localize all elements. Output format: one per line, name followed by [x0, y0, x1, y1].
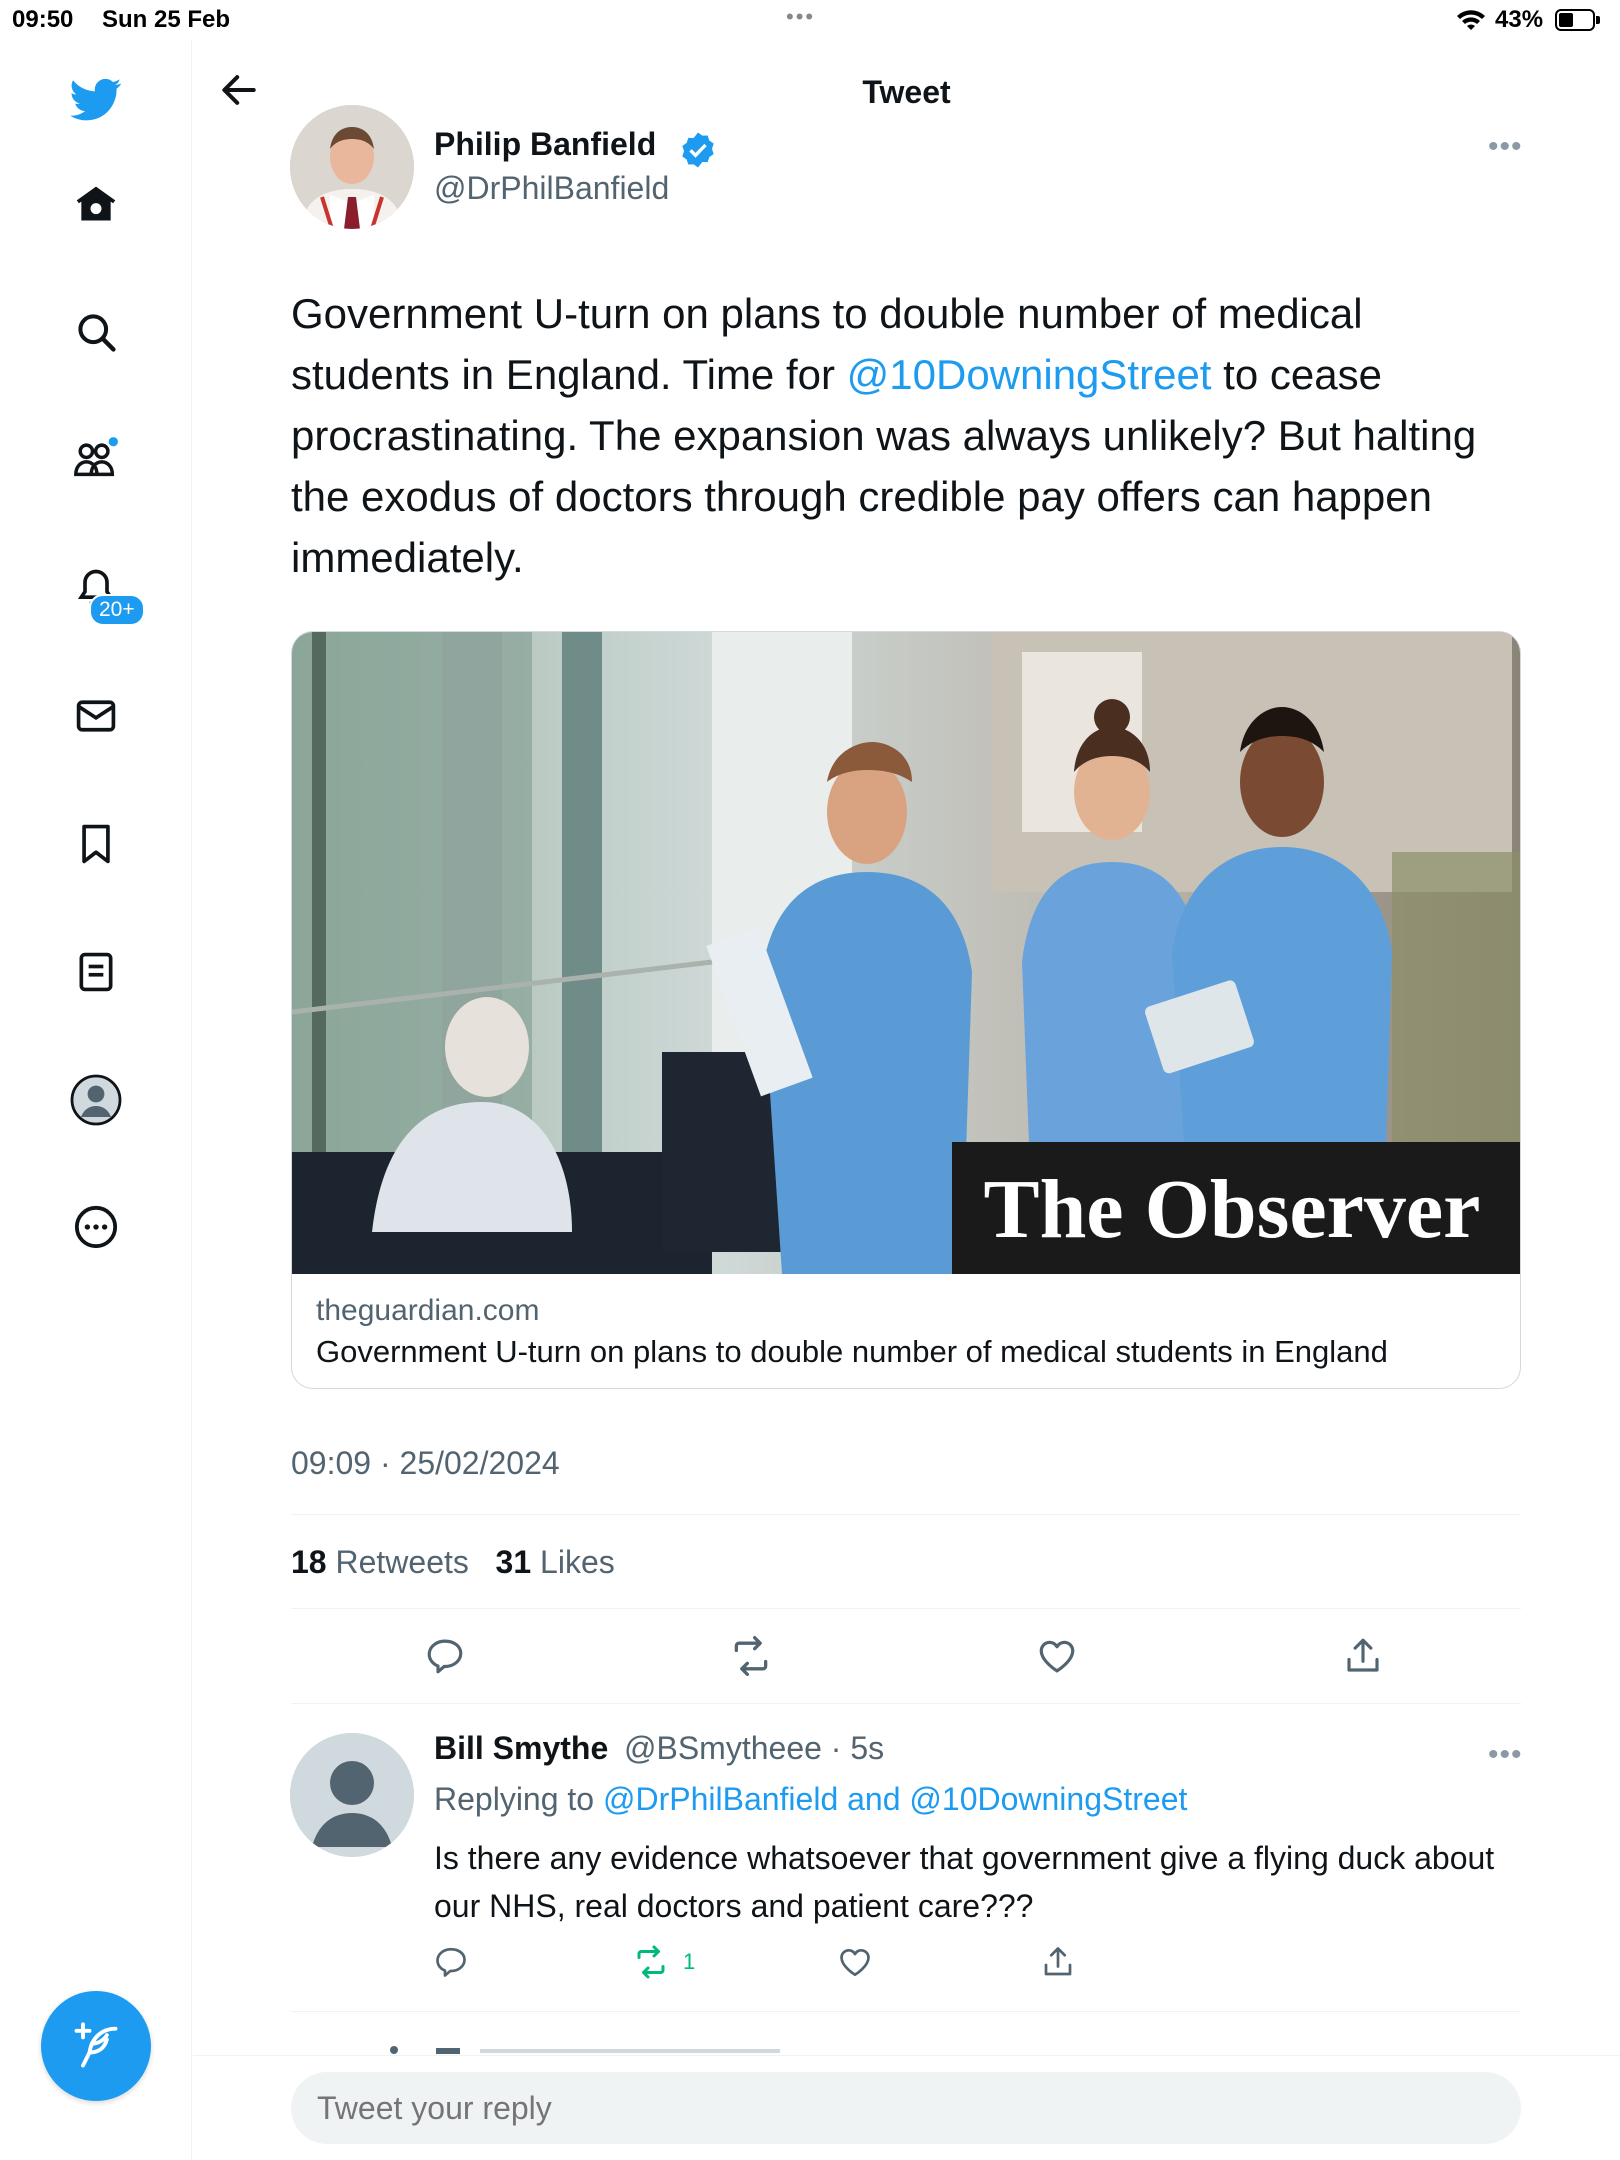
replying-to-prefix: Replying to: [434, 1781, 603, 1817]
like-heart-icon[interactable]: [1032, 1631, 1082, 1681]
reply-share-icon[interactable]: [1040, 1942, 1076, 1982]
home-icon[interactable]: [66, 174, 126, 234]
reply-handle-time[interactable]: @BSmytheee · 5s: [624, 1730, 884, 1767]
tweet-header-bar: Tweet: [193, 40, 1620, 140]
author-name[interactable]: Philip Banfield: [434, 126, 656, 163]
reply-like-heart-icon[interactable]: [837, 1942, 873, 1982]
status-bar: 09:50 Sun 25 Feb ••• 43%: [0, 0, 1620, 40]
cut-off-row-fragment: [380, 2040, 940, 2054]
status-time: 09:50: [12, 6, 74, 33]
retweets-stat[interactable]: 18 Retweets: [291, 1544, 469, 1580]
article-image: The Observer: [292, 632, 1520, 1274]
multitasking-dots-icon[interactable]: •••: [786, 4, 815, 30]
left-navigation: 20+: [0, 40, 192, 2160]
divider: [291, 1608, 1521, 1609]
reply-icon[interactable]: [420, 1631, 470, 1681]
link-preview-card[interactable]: The Observer theguardian.com Government …: [291, 631, 1521, 1389]
battery-icon: [1555, 9, 1600, 31]
verified-badge-icon: [678, 130, 718, 175]
search-icon[interactable]: [66, 302, 126, 362]
reply-body-text: Is there any evidence whatsoever that go…: [434, 1840, 1495, 1924]
reply-retweet-button[interactable]: 1: [633, 1942, 695, 1982]
reply-composer-bar: [193, 2055, 1620, 2160]
card-domain: theguardian.com: [316, 1294, 540, 1327]
replying-to-line: Replying to @DrPhilBanfield and @10Downi…: [434, 1781, 1187, 1818]
mention-link[interactable]: @10DowningStreet: [847, 351, 1212, 398]
divider: [291, 1703, 1521, 1704]
status-date: Sun 25 Feb: [102, 6, 231, 33]
messages-envelope-icon[interactable]: [66, 686, 126, 746]
page-title: Tweet: [862, 74, 951, 110]
tweet-body-text: Government U-turn on plans to double num…: [291, 283, 1531, 588]
battery-percent: 43%: [1495, 6, 1544, 33]
feather-plus-icon: [74, 2022, 118, 2068]
author-handle[interactable]: @DrPhilBanfield: [434, 170, 669, 207]
retweets-count: 18: [291, 1544, 327, 1580]
communities-icon[interactable]: [66, 429, 126, 489]
tweet-timestamp[interactable]: 09:09 · 25/02/2024: [291, 1445, 560, 1482]
tweet-more-options-icon[interactable]: •••: [1488, 130, 1523, 164]
engagement-stats: 18 Retweets 31 Likes: [291, 1544, 615, 1581]
likes-label: Likes: [540, 1544, 615, 1580]
retweet-icon[interactable]: [726, 1631, 776, 1681]
reply-author-avatar[interactable]: [290, 1733, 414, 1857]
tweet-reply-input[interactable]: [291, 2072, 1521, 2144]
divider: [291, 1514, 1521, 1515]
replying-to-mentions[interactable]: @DrPhilBanfield and @10DowningStreet: [603, 1781, 1187, 1817]
divider: [291, 2011, 1521, 2012]
observer-masthead: The Observer: [984, 1163, 1481, 1256]
reply-more-options-icon[interactable]: •••: [1488, 1738, 1523, 1772]
share-icon[interactable]: [1338, 1631, 1388, 1681]
wifi-icon: [1456, 8, 1486, 39]
compose-tweet-button[interactable]: [41, 1991, 151, 2101]
likes-count: 31: [495, 1544, 532, 1580]
card-title: Government U-turn on plans to double num…: [316, 1334, 1388, 1369]
retweet-icon: [637, 1945, 665, 1979]
lists-icon[interactable]: [66, 942, 126, 1002]
twitter-logo-icon[interactable]: [66, 70, 126, 130]
notification-count-badge: 20+: [89, 594, 145, 626]
more-options-circle-icon[interactable]: [66, 1197, 126, 1257]
bookmarks-icon[interactable]: [66, 814, 126, 874]
reply-retweet-count: 1: [683, 1949, 696, 1974]
reply-author-name[interactable]: Bill Smythe: [434, 1730, 608, 1767]
likes-stat[interactable]: 31 Likes: [496, 1544, 615, 1580]
retweets-label: Retweets: [335, 1544, 469, 1580]
author-avatar[interactable]: [290, 105, 414, 229]
reply-reply-icon[interactable]: [433, 1942, 469, 1982]
profile-avatar-icon[interactable]: [66, 1070, 126, 1130]
